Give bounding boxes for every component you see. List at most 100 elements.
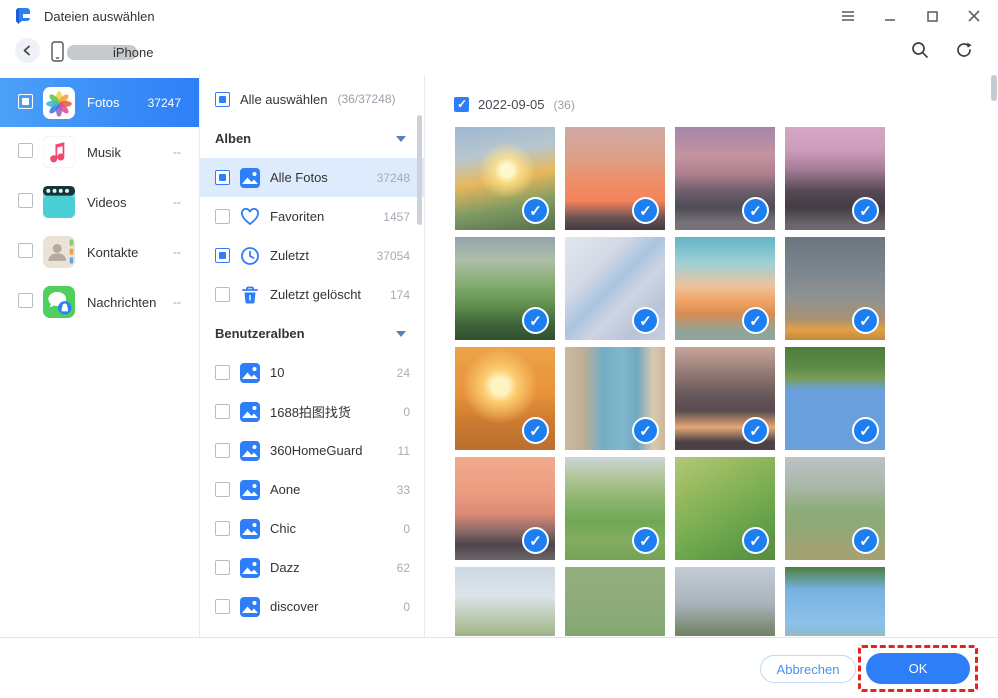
album-checkbox[interactable] <box>215 599 230 614</box>
close-icon[interactable] <box>960 3 988 29</box>
album-row[interactable]: Alle Fotos 37248 <box>200 158 424 197</box>
selected-check-badge[interactable]: ✓ <box>742 197 769 224</box>
back-button[interactable] <box>15 38 40 63</box>
search-icon[interactable] <box>910 40 930 60</box>
album-row[interactable]: Dazz 62 <box>200 548 424 587</box>
album-checkbox[interactable] <box>215 404 230 419</box>
album-row[interactable]: 10 24 <box>200 353 424 392</box>
album-checkbox[interactable] <box>215 209 230 224</box>
selected-check-badge[interactable]: ✓ <box>742 527 769 554</box>
selected-check-badge[interactable]: ✓ <box>632 197 659 224</box>
music-app-icon <box>42 135 76 169</box>
selected-check-badge[interactable]: ✓ <box>852 417 879 444</box>
chevron-down-icon[interactable] <box>396 135 406 142</box>
photos-app-icon <box>43 86 75 119</box>
maximize-icon[interactable] <box>918 3 946 29</box>
album-icon <box>240 557 260 578</box>
selected-check-badge[interactable]: ✓ <box>742 307 769 334</box>
album-checkbox[interactable] <box>215 482 230 497</box>
photo-thumbnail-hill-under-cloudy-sky[interactable]: ✓ <box>455 567 555 636</box>
album-checkbox[interactable] <box>215 365 230 380</box>
menu-icon[interactable] <box>834 3 862 29</box>
album-row[interactable]: Favoriten 1457 <box>200 197 424 236</box>
select-all-row[interactable]: Alle auswählen (36/37248) <box>200 79 424 119</box>
photo-thumbnail-grassy-hill-signpost[interactable]: ✓ <box>785 457 885 560</box>
photo-thumbnail-green-hillside-trail[interactable]: ✓ <box>675 457 775 560</box>
photo-thumbnail-sunset-wind-turbines[interactable]: ✓ <box>455 127 555 230</box>
selected-check-badge[interactable]: ✓ <box>522 307 549 334</box>
refresh-icon[interactable] <box>954 40 974 60</box>
cancel-button[interactable]: Abbrechen <box>760 655 856 683</box>
sidebar-checkbox[interactable] <box>18 93 33 109</box>
photo-thumbnail-purple-dusk-bridge[interactable]: ✓ <box>675 127 775 230</box>
album-checkbox[interactable] <box>215 560 230 575</box>
ok-button[interactable]: OK <box>866 653 970 684</box>
sidebar-checkbox[interactable] <box>18 143 33 158</box>
album-row[interactable]: Aone 33 <box>200 470 424 509</box>
albums-scrollbar[interactable] <box>417 115 422 225</box>
photo-thumbnail-golden-sun-over-waves[interactable]: ✓ <box>455 347 555 450</box>
album-checkbox[interactable] <box>215 170 230 185</box>
album-icon <box>240 440 260 461</box>
sidebar-checkbox[interactable] <box>18 243 33 258</box>
selected-check-badge[interactable]: ✓ <box>522 527 549 554</box>
photo-thumbnail-pink-clouds-palms[interactable]: ✓ <box>455 457 555 560</box>
select-all-count: (36/37248) <box>337 92 396 106</box>
photo-thumbnail-blurry-sea-sun-reflection[interactable]: ✓ <box>785 237 885 340</box>
selected-check-badge[interactable]: ✓ <box>522 197 549 224</box>
sidebar-item-musik[interactable]: Musik -- <box>0 127 199 177</box>
photo-thumbnail-pink-sky-hedge-path[interactable]: ✓ <box>785 127 885 230</box>
sidebar-checkbox[interactable] <box>18 193 33 208</box>
photo-thumbnail-inverted-trees-blue-sky[interactable]: ✓ <box>785 347 885 450</box>
photo-thumbnail-orange-sunset-skyline[interactable]: ✓ <box>565 127 665 230</box>
chevron-down-icon[interactable] <box>396 330 406 337</box>
sidebar-checkbox[interactable] <box>18 293 33 308</box>
sidebar-item-kontakte[interactable]: Kontakte -- <box>0 227 199 277</box>
photo-thumbnail-misty-mountain-ridge[interactable]: ✓ <box>675 567 775 636</box>
selected-check-badge[interactable]: ✓ <box>632 417 659 444</box>
selected-check-badge[interactable]: ✓ <box>852 527 879 554</box>
sidebar-item-nachrichten[interactable]: Nachrichten -- <box>0 277 199 327</box>
album-icon <box>240 596 260 617</box>
photo-thumbnail-dark-clouds-palm-sunset[interactable]: ✓ <box>675 347 775 450</box>
photo-thumbnail-pasture-with-cows[interactable]: ✓ <box>565 567 665 636</box>
photo-grid: ✓✓✓✓✓✓✓✓✓✓✓✓✓✓✓✓✓✓✓✓ <box>455 127 885 636</box>
album-count: 0 <box>403 404 410 419</box>
album-checkbox[interactable] <box>215 287 230 302</box>
gallery-scrollbar[interactable] <box>991 75 997 101</box>
selected-check-badge[interactable]: ✓ <box>522 417 549 444</box>
date-group-checkbox[interactable] <box>454 97 469 112</box>
selected-check-badge[interactable]: ✓ <box>632 527 659 554</box>
photo-thumbnail-green-valley-hills[interactable]: ✓ <box>455 237 555 340</box>
section-header-benutzeralben[interactable]: Benutzeralben <box>200 314 424 353</box>
photo-thumbnail-braided-river-sand[interactable]: ✓ <box>565 237 665 340</box>
sidebar-item-label: Kontakte <box>87 244 139 260</box>
album-row[interactable]: 1688拍图找货 0 <box>200 392 424 431</box>
album-row[interactable]: Zuletzt gelöscht 174 <box>200 275 424 314</box>
section-header-alben[interactable]: Alben <box>200 119 424 158</box>
sidebar-item-fotos[interactable]: Fotos 37247 <box>0 78 199 127</box>
album-label: discover <box>270 599 319 614</box>
minimize-icon[interactable] <box>876 3 904 29</box>
photo-thumbnail-tree-branches-blue-sky[interactable]: ✓ <box>785 567 885 636</box>
album-checkbox[interactable] <box>215 521 230 536</box>
selected-check-badge[interactable]: ✓ <box>632 307 659 334</box>
album-row[interactable]: 360HomeGuard 11 <box>200 431 424 470</box>
photo-thumbnail-rolling-hills-winding-road[interactable]: ✓ <box>565 457 665 560</box>
selected-check-badge[interactable]: ✓ <box>742 417 769 444</box>
selected-check-badge[interactable]: ✓ <box>852 197 879 224</box>
album-checkbox[interactable] <box>215 248 230 263</box>
album-icon <box>240 518 260 539</box>
date-group-header[interactable]: 2022-09-05 (36) <box>454 97 575 112</box>
album-row[interactable]: Chic 0 <box>200 509 424 548</box>
album-row[interactable]: Zuletzt 37054 <box>200 236 424 275</box>
album-row[interactable]: discover 0 <box>200 587 424 626</box>
selected-check-badge[interactable]: ✓ <box>852 307 879 334</box>
album-checkbox[interactable] <box>215 443 230 458</box>
album-label: Alle Fotos <box>270 170 328 185</box>
photo-thumbnail-beach-alley-palm[interactable]: ✓ <box>565 347 665 450</box>
select-all-checkbox[interactable] <box>215 91 230 107</box>
photo-thumbnail-ocean-sunset-clouds[interactable]: ✓ <box>675 237 775 340</box>
album-label: 10 <box>270 365 285 380</box>
sidebar-item-videos[interactable]: Videos -- <box>0 177 199 227</box>
